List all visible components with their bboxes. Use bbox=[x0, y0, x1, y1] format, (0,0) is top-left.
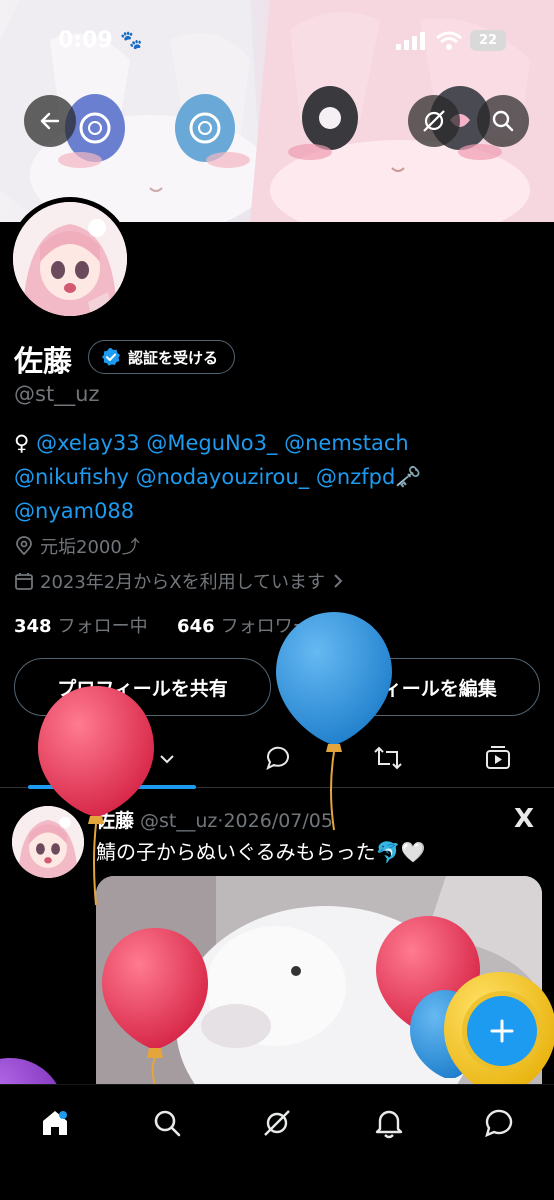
nav-home[interactable] bbox=[33, 1101, 77, 1145]
verified-badge-icon bbox=[102, 348, 120, 366]
bio-mention[interactable]: @nemstach bbox=[284, 431, 409, 455]
profile-name: 佐藤 bbox=[14, 344, 73, 378]
active-tab-indicator bbox=[28, 785, 196, 789]
bio-prefix: ♀ bbox=[14, 431, 30, 455]
back-arrow-icon bbox=[40, 112, 60, 130]
following-label: フォロー中 bbox=[57, 616, 148, 637]
followers-count: 646 bbox=[177, 616, 215, 637]
bell-icon bbox=[375, 1110, 403, 1139]
nav-explore[interactable] bbox=[145, 1101, 189, 1145]
status-bar: 0:09 🐾 22 bbox=[0, 0, 554, 84]
following-count: 348 bbox=[14, 616, 52, 637]
location-text: 元垢2000⤴︎ bbox=[40, 537, 140, 558]
back-button[interactable] bbox=[24, 95, 76, 147]
bio-mention[interactable]: @nyam088 bbox=[14, 499, 134, 523]
wifi-icon bbox=[436, 31, 462, 50]
explore-search-icon bbox=[154, 1110, 181, 1137]
followers-label: フォロワー bbox=[220, 616, 311, 637]
tab-media[interactable] bbox=[484, 744, 512, 776]
signal-icon bbox=[396, 32, 425, 50]
nav-grok[interactable] bbox=[255, 1101, 299, 1145]
compose-post-button[interactable] bbox=[467, 996, 537, 1066]
profile-tabs: ポスト bbox=[0, 730, 554, 789]
plus-icon bbox=[490, 1019, 514, 1043]
media-icon bbox=[486, 746, 510, 769]
joined-text: 2023年2月からXを利用しています bbox=[40, 572, 326, 593]
tab-reposts[interactable] bbox=[372, 744, 404, 776]
bio-line-2: @nikufishy @nodayouzirou_ @nzfpd🗝️ bbox=[14, 460, 544, 494]
grok-button[interactable] bbox=[408, 95, 460, 147]
post-date: 2026/07/05 bbox=[223, 810, 333, 832]
post-avatar[interactable] bbox=[12, 806, 84, 878]
bio-mention[interactable]: @xelay33 bbox=[36, 431, 140, 455]
edit-profile-button[interactable]: プロフィールを編集 bbox=[283, 658, 540, 716]
bio-mention[interactable]: @MeguNo3_ bbox=[146, 431, 277, 455]
post-header: 佐藤 @st__uz·2026/07/05 bbox=[96, 806, 333, 833]
tab-posts[interactable]: ポスト bbox=[28, 730, 196, 789]
paw-icon: 🐾 bbox=[120, 30, 143, 51]
search-icon bbox=[492, 110, 514, 132]
reply-icon bbox=[266, 746, 289, 770]
follow-stats: 348 フォロー中 646 フォロワー bbox=[14, 612, 311, 638]
battery-indicator: 22 bbox=[470, 30, 506, 51]
bio-line-3: @nyam088 bbox=[14, 494, 544, 528]
search-button[interactable] bbox=[477, 95, 529, 147]
home-icon bbox=[43, 1111, 67, 1135]
profile-joined[interactable]: 2023年2月からXを利用しています bbox=[14, 568, 345, 594]
posts-tab-icon bbox=[47, 750, 69, 768]
get-verified-label: 認証を受ける bbox=[128, 348, 219, 367]
balloon-blue bbox=[276, 612, 392, 831]
tab-replies[interactable] bbox=[264, 744, 292, 776]
nav-messages[interactable] bbox=[477, 1101, 521, 1145]
avatar-image bbox=[13, 202, 127, 316]
bio-mention[interactable]: @nzfpd bbox=[316, 465, 395, 489]
get-verified-button[interactable]: 認証を受ける bbox=[88, 340, 236, 374]
messages-icon bbox=[485, 1109, 513, 1138]
bio-mention[interactable]: @nodayouzirou_ bbox=[136, 465, 310, 489]
followers-link[interactable]: 646 フォロワー bbox=[177, 616, 311, 637]
repost-icon bbox=[374, 746, 402, 770]
x-logo-icon: X bbox=[514, 804, 535, 834]
bio-line-1: ♀ @xelay33 @MeguNo3_ @nemstach bbox=[14, 426, 544, 460]
post-author-handle: @st__uz bbox=[140, 810, 218, 832]
chevron-down-icon bbox=[160, 755, 174, 764]
key-emoji: 🗝️ bbox=[395, 465, 422, 489]
grok-icon bbox=[423, 110, 445, 132]
location-pin-icon bbox=[16, 536, 32, 556]
grok-nav-icon bbox=[264, 1110, 290, 1136]
tab-posts-label: ポスト bbox=[80, 751, 131, 772]
share-profile-button[interactable]: プロフィールを共有 bbox=[14, 658, 271, 716]
bio-mention[interactable]: @nikufishy bbox=[14, 465, 129, 489]
post-author-name[interactable]: 佐藤 bbox=[96, 810, 134, 832]
profile-handle: @st__uz bbox=[14, 382, 100, 406]
profile-bio: ♀ @xelay33 @MeguNo3_ @nemstach @nikufish… bbox=[14, 426, 544, 528]
bottom-navigation bbox=[0, 1084, 554, 1200]
status-time: 0:09 bbox=[58, 28, 113, 53]
calendar-icon bbox=[15, 573, 33, 590]
post-text: 鯖の子からぬいぐるみもらった🐬🤍 bbox=[96, 840, 426, 864]
nav-notifications[interactable] bbox=[367, 1101, 411, 1145]
profile-location: 元垢2000⤴︎ bbox=[14, 533, 140, 559]
post-avatar-image bbox=[12, 806, 84, 878]
following-link[interactable]: 348 フォロー中 bbox=[14, 616, 148, 637]
profile-avatar[interactable] bbox=[8, 197, 132, 321]
chevron-right-icon bbox=[334, 574, 343, 588]
